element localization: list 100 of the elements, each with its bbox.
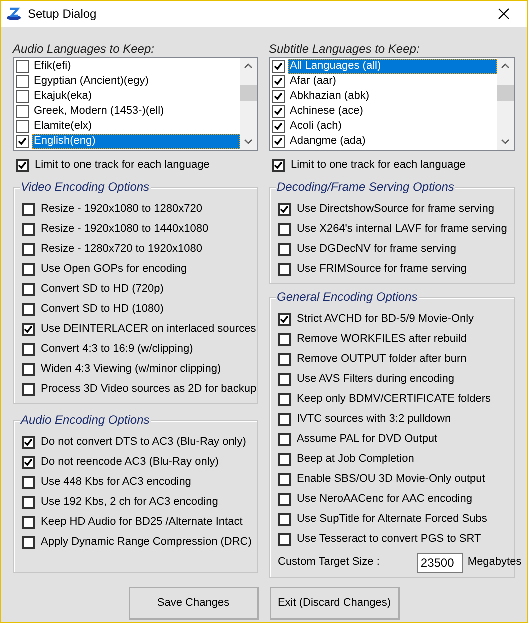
checkbox-label: Resize - 1280x720 to 1920x1080 (41, 242, 202, 257)
checkbox-label: Apply Dynamic Range Compression (DRC) (41, 534, 252, 550)
checkbox-label: Remove WORKFILES after rebuild (297, 332, 467, 347)
checkbox[interactable] (16, 158, 29, 172)
checkbox-label: Convert SD to HD (720p) (41, 282, 164, 297)
checkbox-label: Resize - 1920x1080 to 1280x720 (41, 202, 202, 217)
checkbox[interactable] (22, 242, 35, 256)
checkbox[interactable] (278, 452, 291, 466)
checkbox[interactable] (22, 382, 35, 396)
close-icon (498, 8, 510, 20)
checkbox[interactable] (278, 242, 291, 256)
checkbox[interactable] (22, 202, 35, 216)
checkbox[interactable] (22, 362, 35, 376)
checkbox[interactable] (16, 90, 29, 103)
checkbox[interactable] (22, 322, 35, 336)
window-title: Setup Dialog (28, 6, 97, 23)
checkbox-label: Widen 4:3 Viewing (w/minor clipping) (41, 362, 222, 377)
checkbox[interactable] (278, 312, 291, 326)
checkbox[interactable] (16, 135, 29, 148)
checkbox-label: Do not reencode AC3 (Blu-Ray only) (41, 454, 219, 470)
checkbox[interactable] (278, 262, 291, 276)
checkbox-label: Strict AVCHD for BD-5/9 Movie-Only (297, 312, 474, 327)
checkbox-label: Use AVS Filters during encoding (297, 372, 455, 387)
list-item[interactable]: Greek, Modern (1453-)(ell) (32, 104, 240, 119)
list-item[interactable]: All Languages (all) (288, 59, 497, 74)
checkbox[interactable] (278, 392, 291, 406)
checkbox[interactable] (22, 282, 35, 296)
checkbox[interactable] (278, 412, 291, 426)
checkbox[interactable] (22, 456, 35, 468)
checkbox-label: Do not convert DTS to AC3 (Blu-Ray only) (41, 434, 246, 450)
checkbox[interactable] (16, 105, 29, 118)
checkbox[interactable] (272, 90, 285, 103)
checkbox[interactable] (272, 60, 285, 73)
scrollbar[interactable] (497, 58, 514, 150)
list-item[interactable]: Efik(efi) (32, 59, 240, 74)
checkbox[interactable] (278, 352, 291, 366)
checkbox[interactable] (22, 536, 35, 548)
scrollbar-thumb[interactable] (497, 85, 514, 101)
checkbox[interactable] (22, 262, 35, 276)
checkbox-label: Use NeroAACenc for AAC encoding (297, 492, 472, 507)
checkbox[interactable] (278, 532, 291, 546)
checkbox[interactable] (16, 120, 29, 133)
group-title: Audio Encoding Options (20, 412, 151, 428)
checkbox[interactable] (278, 492, 291, 506)
checkbox[interactable] (16, 60, 29, 73)
checkbox-label: Resize - 1920x1080 to 1440x1080 (41, 222, 209, 237)
group-title: Video Encoding Options (20, 179, 151, 195)
checkbox-label: Use DEINTERLACER on interlaced sources (41, 322, 256, 337)
checkbox-label: Use 448 Kbs for AC3 encoding (41, 474, 192, 490)
size-field[interactable]: 23500 (416, 552, 463, 572)
dialog-button[interactable]: Exit (Discard Changes) (270, 587, 400, 620)
checkbox[interactable] (22, 342, 35, 356)
checkbox[interactable] (22, 222, 35, 236)
list-item[interactable]: Achinese (ace) (288, 104, 497, 119)
list-caption: Audio Languages to Keep: (13, 42, 156, 56)
group-title: Decoding/Frame Serving Options (276, 179, 456, 195)
list-item[interactable]: Ekajuk(eka) (32, 89, 240, 104)
checkbox-label: Use SupTitle for Alternate Forced Subs (297, 512, 488, 527)
checkbox[interactable] (278, 202, 291, 216)
checkbox[interactable] (16, 75, 29, 88)
group-title: General Encoding Options (276, 289, 419, 305)
checkbox[interactable] (22, 496, 35, 508)
checkbox[interactable] (22, 302, 35, 316)
checkbox[interactable] (272, 105, 285, 118)
checkbox[interactable] (278, 472, 291, 486)
checkbox[interactable] (278, 512, 291, 526)
checkbox-label: Keep HD Audio for BD25 /Alternate Intact (41, 514, 243, 530)
checkbox[interactable] (278, 222, 291, 236)
checkbox-label: Use X264's internal LAVF for frame serving (297, 222, 508, 237)
list-item[interactable]: Acoli (ach) (288, 119, 497, 134)
checkbox[interactable] (272, 135, 285, 148)
checkbox[interactable] (278, 372, 291, 386)
checkbox-label: Limit to one track for each language (291, 158, 466, 173)
app-icon (6, 7, 22, 21)
dialog-button[interactable]: Save Changes (128, 587, 258, 620)
scrollbar[interactable] (240, 58, 257, 150)
checkbox[interactable] (22, 476, 35, 488)
checkbox[interactable] (278, 432, 291, 446)
list-item[interactable]: Egyptian (Ancient)(egy) (32, 74, 240, 89)
scrollbar-thumb[interactable] (240, 85, 257, 101)
checkbox-label: Convert SD to HD (1080) (41, 302, 164, 317)
checkbox-label: Use Open GOPs for encoding (41, 262, 188, 277)
field-label: Custom Target Size : (278, 555, 380, 570)
language-list[interactable]: All Languages (all) Afar (aar) Abkhazian (abk) Achinese (ace) Acoli (ach) Adangme (ada) (269, 57, 515, 151)
checkbox[interactable] (22, 436, 35, 448)
list-item[interactable]: Elamite(elx) (32, 119, 240, 134)
checkbox-label: Convert 4:3 to 16:9 (w/clipping) (41, 342, 194, 357)
list-item[interactable]: English(eng) (32, 134, 240, 149)
checkbox-label: Beep at Job Completion (297, 452, 414, 467)
checkbox[interactable] (272, 158, 285, 172)
checkbox[interactable] (272, 75, 285, 88)
checkbox[interactable] (272, 120, 285, 133)
language-list[interactable]: Efik(efi) Egyptian (Ancient)(egy) Ekajuk(eka) Greek, Modern (1453-)(ell) Elamite(elx) English(eng) (13, 57, 258, 151)
list-item[interactable]: Afar (aar) (288, 74, 497, 89)
list-item[interactable]: Adangme (ada) (288, 134, 497, 149)
checkbox-label: Process 3D Video sources as 2D for backup (41, 382, 257, 397)
list-item[interactable]: Abkhazian (abk) (288, 89, 497, 104)
checkbox-label: Use FRIMSource for frame serving (297, 262, 467, 277)
checkbox[interactable] (278, 332, 291, 346)
checkbox[interactable] (22, 516, 35, 528)
